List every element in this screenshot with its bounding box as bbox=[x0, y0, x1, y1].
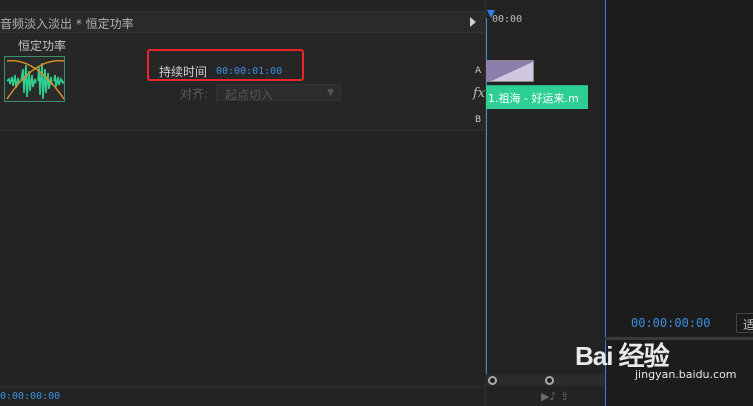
timeline-ruler[interactable]: 00:00 bbox=[486, 10, 606, 30]
effect-name: 恒定功率 bbox=[18, 39, 67, 53]
track-b-label: B bbox=[475, 115, 482, 125]
fit-dropdown[interactable]: 适 bbox=[736, 313, 753, 333]
effect-controls-timecode[interactable]: 0:00:00:00 bbox=[0, 391, 60, 402]
transition-block[interactable] bbox=[486, 60, 534, 82]
effect-header-title: 音频淡入淡出 * 恒定功率 bbox=[0, 17, 134, 31]
track-a-label: A bbox=[475, 66, 482, 76]
audio-clip-name: 1.祖海 - 好运来.m bbox=[488, 92, 579, 105]
duration-label: 持续时间 bbox=[159, 65, 208, 79]
playhead-icon[interactable] bbox=[487, 10, 495, 18]
align-select-value: 起点切入 bbox=[225, 88, 274, 102]
watermark-site: jingyan.baidu.com bbox=[635, 368, 737, 381]
divider bbox=[0, 386, 485, 387]
duration-value[interactable]: 00:00:01:00 bbox=[216, 66, 282, 77]
fit-label: 适 bbox=[743, 318, 753, 332]
align-select[interactable]: 起点切入 ▼ bbox=[216, 84, 341, 102]
fx-label: fx bbox=[473, 86, 486, 101]
scroll-handle-right[interactable] bbox=[545, 376, 554, 385]
audio-controls-icon[interactable]: ▶♪ ⇪ bbox=[541, 390, 569, 403]
audio-clip[interactable]: 1.祖海 - 好运来.m bbox=[486, 85, 588, 109]
play-triangle-icon[interactable] bbox=[470, 17, 476, 27]
chevron-down-icon: ▼ bbox=[327, 88, 334, 98]
align-label: 对齐: bbox=[180, 87, 209, 101]
constant-power-waveform-icon bbox=[4, 56, 65, 102]
scroll-handle-left[interactable] bbox=[488, 376, 497, 385]
effect-controls-panel: 音频淡入淡出 * 恒定功率 恒定功率 持续时间 00:00:01:00 对齐: … bbox=[0, 0, 485, 406]
effect-settings-area: 恒定功率 持续时间 00:00:01:00 对齐: 起点切入 ▼ bbox=[0, 33, 485, 131]
effect-header[interactable]: 音频淡入淡出 * 恒定功率 bbox=[0, 11, 485, 33]
program-timecode[interactable]: 00:00:00:00 bbox=[631, 316, 710, 330]
ruler-time: 00:00 bbox=[492, 14, 523, 25]
